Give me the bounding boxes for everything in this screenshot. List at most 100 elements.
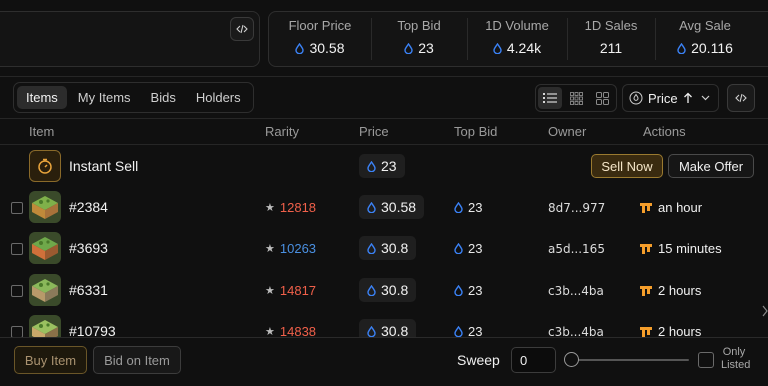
embed-code-button[interactable] — [727, 84, 755, 112]
item-listing: 2 hours — [640, 283, 701, 298]
item-top-bid: 23 — [454, 283, 482, 298]
rarity-value: 10263 — [279, 241, 317, 256]
column-header-owner: Owner — [548, 124, 587, 139]
list-icon — [543, 93, 557, 103]
sort-dropdown[interactable]: Price — [622, 84, 719, 112]
buy-item-button[interactable]: Buy Item — [14, 346, 87, 374]
item-thumbnail[interactable] — [29, 232, 61, 264]
item-owner[interactable]: c3b...4ba — [548, 284, 604, 298]
star-icon: ★ — [265, 243, 275, 255]
divider — [0, 144, 768, 145]
table-row[interactable]: #6331 ★ 14817 30.8 23 c3b...4ba 2 hours — [0, 270, 768, 311]
drop-icon — [367, 242, 376, 254]
divider — [0, 337, 768, 338]
code-icon — [236, 24, 248, 34]
column-header-price[interactable]: Price — [359, 124, 389, 139]
stat-label: Top Bid — [397, 18, 441, 33]
only-listed-label: Only Listed — [721, 346, 751, 371]
stat-value: 30.58 — [309, 40, 345, 56]
instant-sell-label: Instant Sell — [69, 158, 139, 174]
item-top-bid: 23 — [454, 241, 482, 256]
drop-outline-icon — [629, 91, 643, 105]
only-listed-checkbox[interactable] — [698, 352, 714, 368]
stat-label: 1D Sales — [584, 18, 638, 33]
drop-icon — [404, 42, 413, 54]
sweep-slider-thumb[interactable] — [564, 352, 579, 367]
stat-1d-volume: 1D Volume 4.24k — [467, 12, 567, 66]
instant-sell-price: 23 — [359, 154, 405, 178]
make-offer-button[interactable]: Make Offer — [668, 154, 754, 178]
divider — [0, 118, 768, 119]
drop-icon — [367, 284, 376, 296]
grid-small-view-button[interactable] — [564, 87, 588, 109]
drop-icon — [454, 285, 463, 296]
land-tile-image — [29, 274, 61, 306]
stat-value: 4.24k — [506, 40, 542, 56]
stat-top-bid: Top Bid 23 — [371, 12, 467, 66]
stat-avg-sale: Avg Sale 20.116 — [655, 12, 755, 66]
item-rarity: ★ 12818 — [265, 200, 316, 215]
drop-icon — [295, 42, 305, 54]
list-view-button[interactable] — [538, 87, 562, 109]
item-owner[interactable]: 8d7...977 — [548, 201, 605, 215]
item-rarity: ★ 14817 — [265, 283, 316, 298]
stat-value: 23 — [418, 40, 434, 56]
listed-time: 15 minutes — [658, 241, 722, 256]
row-checkbox[interactable] — [11, 202, 23, 214]
stat-label: Floor Price — [288, 18, 352, 33]
column-header-item[interactable]: Item — [29, 124, 54, 139]
item-owner[interactable]: a5d...165 — [548, 242, 605, 256]
item-name[interactable]: #6331 — [69, 282, 108, 298]
item-price[interactable]: 30.8 — [359, 236, 417, 260]
price-value: 30.58 — [381, 199, 417, 215]
sort-label: Price — [648, 90, 678, 106]
stopwatch-icon — [38, 158, 52, 174]
table-row[interactable]: #2384 ★ 12818 30.58 23 8d7...977 an hour — [0, 187, 768, 228]
listed-time: an hour — [658, 200, 703, 215]
column-header-actions: Actions — [643, 124, 686, 139]
rarity-value: 12818 — [279, 200, 317, 215]
column-header-rarity[interactable]: Rarity — [265, 124, 299, 139]
row-checkbox[interactable] — [11, 243, 23, 255]
bid-on-item-button[interactable]: Bid on Item — [93, 346, 181, 374]
market-tabs: Items My Items Bids Holders — [13, 82, 254, 113]
stat-floor-price: Floor Price 30.58 — [269, 12, 371, 66]
land-tile-image — [29, 191, 61, 223]
item-price[interactable]: 30.58 — [359, 195, 425, 219]
sweep-slider-track[interactable] — [571, 359, 689, 361]
item-name[interactable]: #3693 — [69, 240, 108, 256]
item-price[interactable]: 30.8 — [359, 278, 417, 302]
drop-icon — [677, 42, 686, 54]
marketplace-icon — [640, 326, 652, 337]
drop-icon — [454, 326, 463, 337]
rarity-value: 14817 — [279, 283, 317, 298]
drop-icon — [493, 42, 502, 54]
drop-icon — [367, 325, 376, 337]
tab-bids[interactable]: Bids — [142, 86, 185, 109]
tab-holders[interactable]: Holders — [187, 86, 250, 109]
row-checkbox[interactable] — [11, 285, 23, 297]
embed-code-button[interactable] — [230, 17, 254, 41]
table-row[interactable]: #3693 ★ 10263 30.8 23 a5d...165 15 minut… — [0, 228, 768, 269]
item-thumbnail[interactable] — [29, 274, 61, 306]
tab-my-items[interactable]: My Items — [69, 86, 140, 109]
marketplace-icon — [640, 243, 652, 254]
sweep-label: Sweep — [457, 352, 500, 368]
sell-now-button[interactable]: Sell Now — [591, 154, 663, 178]
item-listing: 15 minutes — [640, 241, 722, 256]
top-bid-value: 23 — [468, 241, 483, 256]
sweep-input[interactable]: 0 — [511, 347, 556, 373]
item-thumbnail[interactable] — [29, 191, 61, 223]
stat-value: 211 — [599, 40, 623, 56]
divider — [0, 76, 768, 77]
tab-items[interactable]: Items — [17, 86, 67, 109]
grid-large-view-button[interactable] — [590, 87, 614, 109]
top-bid-value: 23 — [468, 283, 483, 298]
item-listing: an hour — [640, 200, 702, 215]
arrow-up-icon — [683, 92, 692, 103]
drop-icon — [367, 201, 376, 213]
chevron-down-icon — [701, 95, 710, 101]
item-name[interactable]: #2384 — [69, 199, 108, 215]
column-header-top-bid[interactable]: Top Bid — [454, 124, 497, 139]
drop-icon — [454, 243, 463, 254]
